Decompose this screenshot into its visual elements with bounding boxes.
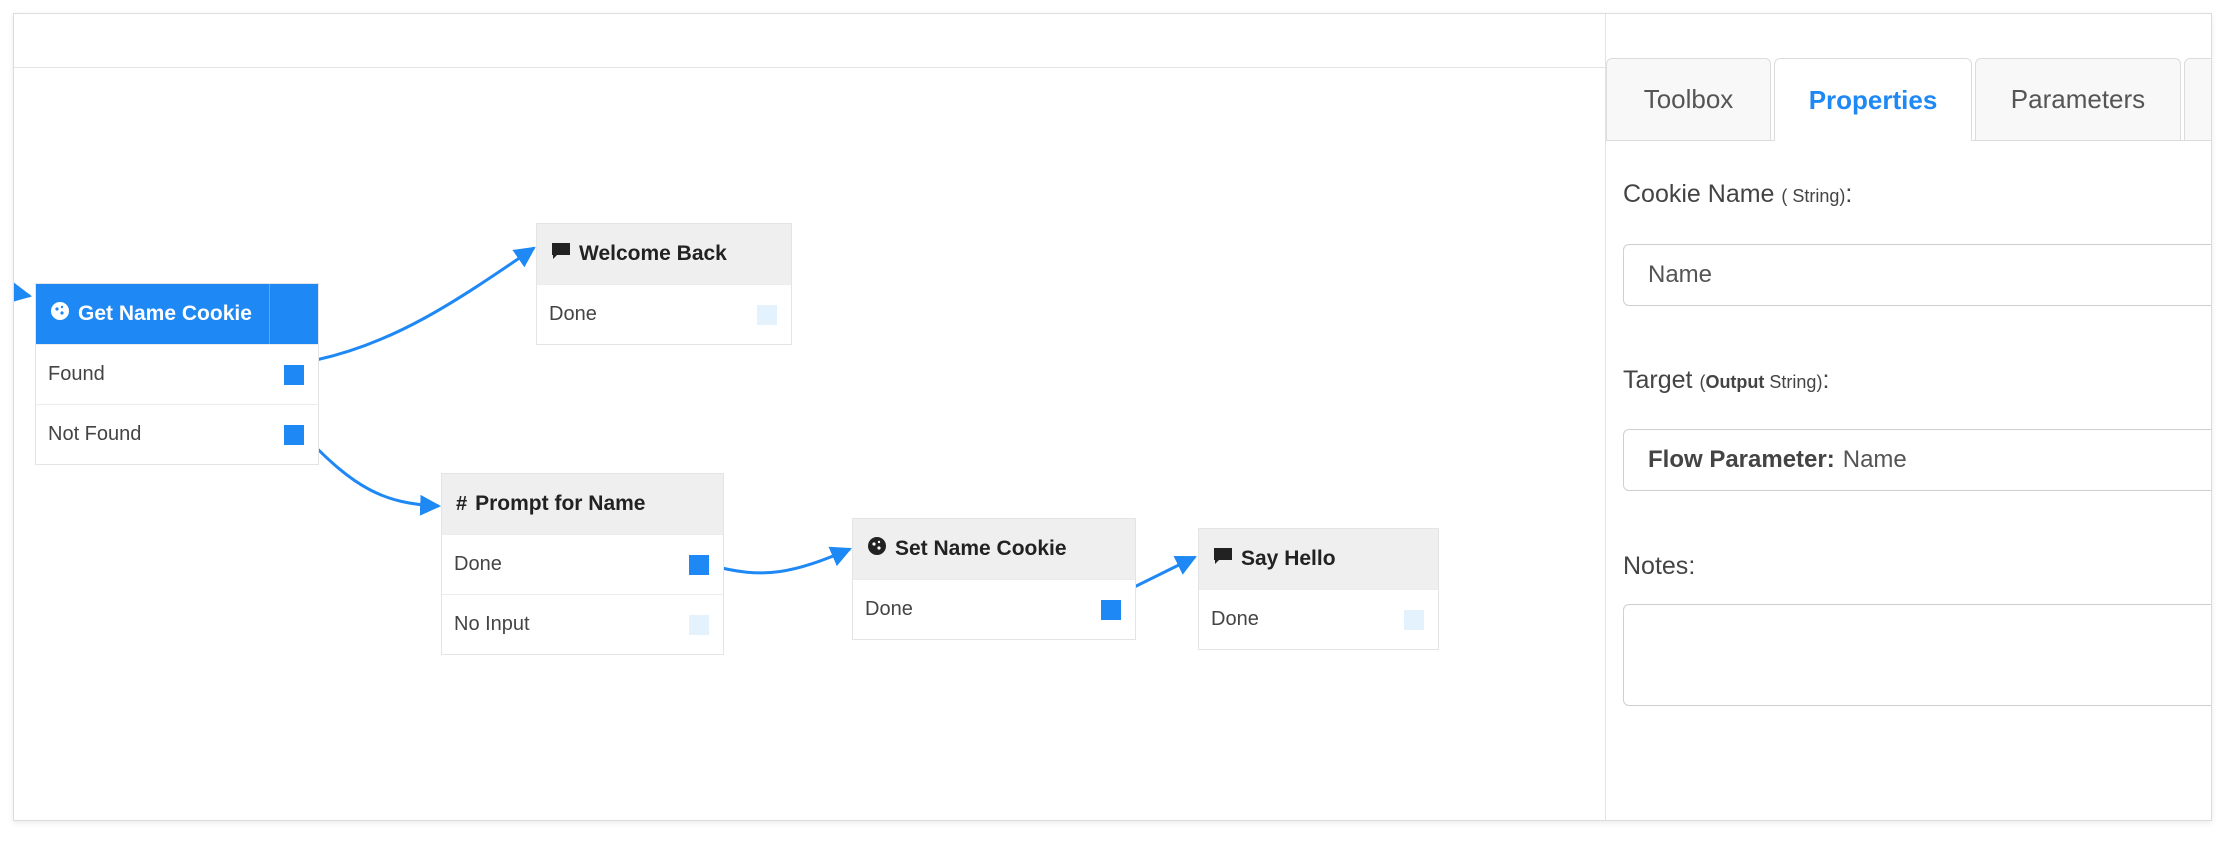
cookie-name-label: Cookie Name ( String): (1623, 180, 1852, 209)
link-incoming[interactable] (14, 282, 33, 303)
output-port-done[interactable] (757, 305, 777, 325)
label-text: Notes (1623, 552, 1689, 580)
cookie-icon (867, 536, 887, 562)
output-port-not-found[interactable] (284, 425, 304, 445)
node-title: Set Name Cookie (895, 537, 1067, 560)
properties-panel: Toolbox Properties Parameters Cookie Nam… (1605, 14, 2211, 820)
panel-tabs: Toolbox Properties Parameters (1606, 58, 2211, 141)
output-label: Found (48, 363, 105, 385)
hash-icon: # (456, 492, 468, 515)
header-divider (269, 284, 270, 344)
output-port-done[interactable] (1404, 610, 1424, 630)
node-header[interactable]: # Prompt for Name (442, 474, 723, 534)
output-port-done[interactable] (689, 555, 709, 575)
notes-textarea[interactable] (1623, 604, 2211, 706)
speech-bubble-icon (1213, 547, 1233, 571)
output-label: Done (454, 553, 502, 575)
label-text: Cookie Name (1623, 180, 1775, 208)
tab-properties[interactable]: Properties (1774, 58, 1972, 141)
cookie-icon (50, 301, 70, 327)
link-found-to-welcome-back[interactable] (315, 246, 536, 362)
tab-more[interactable] (2184, 58, 2211, 140)
node-say-hello[interactable]: Say Hello Done (1198, 528, 1439, 650)
label-colon: : (1822, 366, 1830, 394)
node-prompt-for-name[interactable]: # Prompt for Name Done No Input (441, 473, 724, 655)
flow-editor-window: Get Name Cookie Found Not Found Welcome … (13, 13, 2212, 821)
node-output-row: Done (442, 534, 723, 594)
tab-parameters[interactable]: Parameters (1975, 58, 2181, 140)
target-label: Target (Output String): (1623, 366, 1829, 395)
node-output-row: Done (1199, 589, 1438, 649)
output-port-no-input[interactable] (689, 615, 709, 635)
node-get-name-cookie[interactable]: Get Name Cookie Found Not Found (35, 283, 319, 465)
node-title: Prompt for Name (475, 492, 646, 515)
output-label: Done (549, 303, 597, 325)
link-prompt-done-to-set-cookie[interactable] (709, 546, 852, 575)
cookie-name-input[interactable]: Name (1623, 244, 2211, 306)
node-header[interactable]: Get Name Cookie (36, 284, 318, 344)
node-header[interactable]: Welcome Back (537, 224, 791, 284)
target-input[interactable]: Flow Parameter: Name (1623, 429, 2211, 491)
node-output-row: Found (36, 344, 318, 404)
label-colon: : (1688, 552, 1696, 580)
label-text: Target (1623, 366, 1693, 394)
label-colon: : (1845, 180, 1853, 208)
type-hint-bold: Output (1705, 372, 1765, 392)
target-value-prefix: Flow Parameter: (1648, 446, 1835, 473)
cookie-name-value: Name (1648, 261, 1713, 288)
node-welcome-back[interactable]: Welcome Back Done (536, 223, 792, 345)
node-output-row: Done (537, 284, 791, 344)
output-port-found[interactable] (284, 365, 304, 385)
output-label: Not Found (48, 423, 142, 445)
output-label: No Input (454, 613, 530, 635)
tab-toolbox[interactable]: Toolbox (1606, 58, 1771, 140)
target-value: Name (1842, 446, 1907, 473)
node-output-row: No Input (442, 594, 723, 654)
node-set-name-cookie[interactable]: Set Name Cookie Done (852, 518, 1136, 640)
type-hint-rest: String) (1764, 372, 1823, 392)
node-title: Say Hello (1241, 547, 1336, 570)
node-header[interactable]: Set Name Cookie (853, 519, 1135, 579)
node-output-row: Not Found (36, 404, 318, 464)
notes-label: Notes: (1623, 552, 1695, 581)
node-output-row: Done (853, 579, 1135, 639)
node-title: Welcome Back (579, 242, 727, 265)
link-not-found-to-prompt[interactable] (302, 433, 442, 516)
speech-bubble-icon (551, 242, 571, 266)
output-label: Done (865, 598, 913, 620)
output-label: Done (1211, 608, 1259, 630)
output-port-done[interactable] (1101, 600, 1121, 620)
node-title: Get Name Cookie (78, 302, 252, 325)
node-header[interactable]: Say Hello (1199, 529, 1438, 589)
type-hint: ( String) (1781, 186, 1846, 206)
